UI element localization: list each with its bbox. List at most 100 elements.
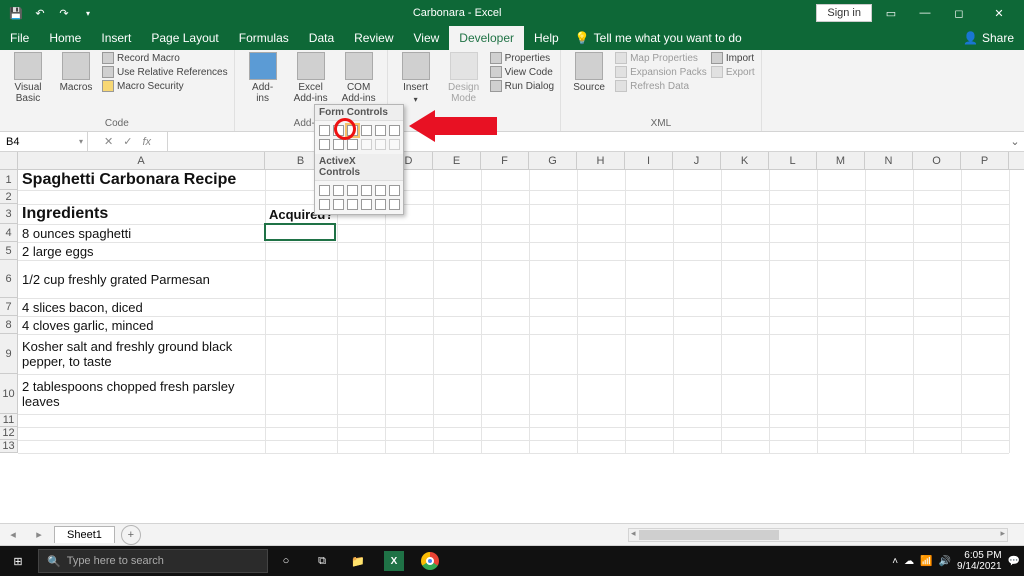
maximize-icon[interactable]: ◻ <box>944 2 974 24</box>
ax-combobox-icon[interactable] <box>333 185 344 196</box>
col-header-E[interactable]: E <box>433 152 481 169</box>
visual-basic-button[interactable]: Visual Basic <box>6 52 50 104</box>
form-spinbutton-icon[interactable] <box>361 125 372 136</box>
ax-listbox-icon[interactable] <box>361 185 372 196</box>
tab-data[interactable]: Data <box>299 26 344 50</box>
save-icon[interactable]: 💾 <box>6 3 26 23</box>
run-dialog-button[interactable]: Run Dialog <box>490 80 554 92</box>
import-button[interactable]: Import <box>711 52 755 64</box>
ax-image-icon[interactable] <box>361 199 372 210</box>
ax-scrollbar-icon[interactable] <box>389 185 400 196</box>
col-header-K[interactable]: K <box>721 152 769 169</box>
row-header-5[interactable]: 5 <box>0 242 17 260</box>
cell[interactable]: 2 large eggs <box>18 242 265 260</box>
properties-button[interactable]: Properties <box>490 52 554 64</box>
sign-in-button[interactable]: Sign in <box>816 4 872 22</box>
minimize-icon[interactable]: — <box>910 2 940 24</box>
ax-commandbutton-icon[interactable] <box>319 185 330 196</box>
cell[interactable]: 4 slices bacon, diced <box>18 298 265 316</box>
row-header-3[interactable]: 3 <box>0 204 17 224</box>
expand-formula-bar-icon[interactable]: ⌄ <box>1006 135 1024 148</box>
start-button[interactable]: ⊞ <box>0 546 36 576</box>
form-label-icon[interactable] <box>333 139 344 150</box>
cortana-icon[interactable]: ○ <box>268 546 304 576</box>
task-view-icon[interactable]: ⧉ <box>304 546 340 576</box>
row-header-7[interactable]: 7 <box>0 298 17 316</box>
com-addins-button[interactable]: COM Add-ins <box>337 52 381 104</box>
tab-review[interactable]: Review <box>344 26 403 50</box>
sheet-next-icon[interactable]: ▸ <box>36 528 42 541</box>
col-header-O[interactable]: O <box>913 152 961 169</box>
cell[interactable]: 4 cloves garlic, minced <box>18 316 265 334</box>
file-explorer-icon[interactable]: 📁 <box>340 546 376 576</box>
row-header-4[interactable]: 4 <box>0 224 17 242</box>
export-button[interactable]: Export <box>711 66 755 78</box>
cell[interactable]: Ingredients <box>18 204 265 224</box>
ax-togglebutton-icon[interactable] <box>375 199 386 210</box>
taskbar-search[interactable]: 🔍Type here to search <box>38 549 268 573</box>
column-headers[interactable]: ABCDEFGHIJKLMNOP <box>18 152 1024 170</box>
col-header-L[interactable]: L <box>769 152 817 169</box>
addins-button[interactable]: Add- ins <box>241 52 285 104</box>
scroll-thumb[interactable] <box>639 530 779 540</box>
row-header-2[interactable]: 2 <box>0 190 17 204</box>
tab-formulas[interactable]: Formulas <box>229 26 299 50</box>
ax-optionbutton-icon[interactable] <box>333 199 344 210</box>
col-header-A[interactable]: A <box>18 152 265 169</box>
row-header-9[interactable]: 9 <box>0 334 17 374</box>
chevron-down-icon[interactable]: ▾ <box>79 137 83 146</box>
cell[interactable]: 1/2 cup freshly grated Parmesan <box>18 260 265 298</box>
form-scrollbar-icon[interactable] <box>347 139 358 150</box>
row-header-13[interactable]: 13 <box>0 440 17 453</box>
ax-textbox-icon[interactable] <box>375 185 386 196</box>
map-properties-button[interactable]: Map Properties <box>615 52 707 64</box>
form-groupbox-icon[interactable] <box>319 139 330 150</box>
form-button-icon[interactable] <box>319 125 330 136</box>
scroll-right-icon[interactable]: ▸ <box>1000 528 1005 539</box>
horizontal-scrollbar[interactable]: ◂▸ <box>628 528 1008 542</box>
ax-morecontrols-icon[interactable] <box>389 199 400 210</box>
tab-insert[interactable]: Insert <box>91 26 141 50</box>
ax-spinbutton-icon[interactable] <box>319 199 330 210</box>
tab-view[interactable]: View <box>404 26 450 50</box>
row-header-8[interactable]: 8 <box>0 316 17 334</box>
col-header-J[interactable]: J <box>673 152 721 169</box>
form-listbox-icon[interactable] <box>375 125 386 136</box>
fx-icon[interactable]: fx <box>142 136 151 148</box>
macro-security-button[interactable]: Macro Security <box>102 80 228 92</box>
spreadsheet-grid[interactable]: ABCDEFGHIJKLMNOP 12345678910111213 Spagh… <box>0 152 1024 524</box>
tab-help[interactable]: Help <box>524 26 569 50</box>
row-header-11[interactable]: 11 <box>0 414 17 427</box>
ribbon-options-icon[interactable]: ▭ <box>876 2 906 24</box>
record-macro-button[interactable]: Record Macro <box>102 52 228 64</box>
tray-chevron-icon[interactable]: ˄ <box>892 556 898 567</box>
col-header-I[interactable]: I <box>625 152 673 169</box>
enter-formula-icon[interactable]: ✓ <box>123 135 132 148</box>
tab-page-layout[interactable]: Page Layout <box>141 26 228 50</box>
network-icon[interactable]: 📶 <box>920 556 932 567</box>
excel-addins-button[interactable]: Excel Add-ins <box>289 52 333 104</box>
col-header-F[interactable]: F <box>481 152 529 169</box>
col-header-P[interactable]: P <box>961 152 1009 169</box>
volume-icon[interactable]: 🔊 <box>939 556 951 567</box>
chrome-taskbar-icon[interactable] <box>412 546 448 576</box>
expansion-packs-button[interactable]: Expansion Packs <box>615 66 707 78</box>
cancel-formula-icon[interactable]: ✕ <box>104 135 113 148</box>
col-header-H[interactable]: H <box>577 152 625 169</box>
add-sheet-button[interactable]: + <box>121 525 141 545</box>
cell[interactable]: 2 tablespoons chopped fresh parsley leav… <box>18 374 265 414</box>
notifications-icon[interactable]: 💬 <box>1008 556 1020 567</box>
cell[interactable]: 8 ounces spaghetti <box>18 224 265 242</box>
undo-icon[interactable]: ↶ <box>30 3 50 23</box>
tab-file[interactable]: File <box>0 26 39 50</box>
row-header-10[interactable]: 10 <box>0 374 17 414</box>
relative-refs-button[interactable]: Use Relative References <box>102 66 228 78</box>
macros-button[interactable]: Macros <box>54 52 98 93</box>
source-button[interactable]: Source <box>567 52 611 93</box>
sheet-nav[interactable]: ◂▸ <box>0 528 52 541</box>
refresh-data-button[interactable]: Refresh Data <box>615 80 707 92</box>
name-box[interactable]: B4▾ <box>0 132 88 151</box>
sheet-prev-icon[interactable]: ◂ <box>10 528 16 541</box>
tell-me[interactable]: 💡Tell me what you want to do <box>569 26 742 50</box>
row-header-6[interactable]: 6 <box>0 260 17 298</box>
